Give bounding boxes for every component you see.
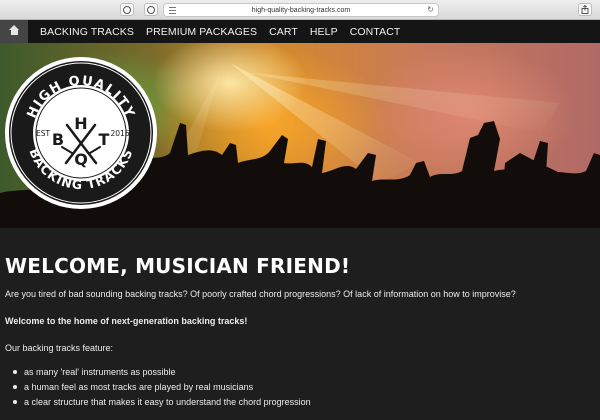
- browser-toolbar: high-quality-backing-tracks.com ↻: [0, 0, 600, 20]
- nav-help[interactable]: HELP: [310, 26, 338, 38]
- reader-menu-icon[interactable]: [169, 7, 176, 16]
- tagline-text: Welcome to the home of next-generation b…: [5, 316, 248, 326]
- features-intro: Our backing tracks feature:: [5, 343, 114, 353]
- home-icon: [8, 25, 20, 35]
- url-text: high-quality-backing-tracks.com: [251, 6, 351, 14]
- share-icon: [581, 5, 589, 14]
- logo-letter-h: H: [74, 114, 87, 133]
- nav-cart[interactable]: CART: [269, 26, 298, 38]
- logo-badge[interactable]: HIGH QUALITY BACKING TRACKS H B T Q EST …: [3, 55, 159, 211]
- logo-est: EST: [36, 129, 50, 138]
- info-button[interactable]: [144, 3, 158, 16]
- site-nav: BACKING TRACKS PREMIUM PACKAGES CART HEL…: [0, 20, 600, 60]
- nav-links: BACKING TRACKS PREMIUM PACKAGES CART HEL…: [40, 20, 412, 43]
- intro-text: Are you tired of bad sounding backing tr…: [5, 289, 516, 299]
- reload-icon[interactable]: ↻: [427, 5, 434, 14]
- address-bar[interactable]: high-quality-backing-tracks.com ↻: [163, 3, 439, 17]
- nav-contact[interactable]: CONTACT: [350, 26, 401, 38]
- list-item: a clear structure that makes it easy to …: [13, 397, 595, 407]
- list-item: as many 'real' instruments as possible: [13, 367, 595, 377]
- features-list: as many 'real' instruments as possible a…: [5, 367, 595, 407]
- share-button[interactable]: [578, 3, 592, 16]
- logo-year: 2016: [110, 129, 129, 138]
- sidebar-button[interactable]: [120, 3, 134, 16]
- list-item: a human feel as most tracks are played b…: [13, 382, 595, 392]
- main-content: WELCOME, MUSICIAN FRIEND! Are you tired …: [0, 228, 600, 420]
- sidebar-icon: [123, 5, 131, 14]
- welcome-heading: WELCOME, MUSICIAN FRIEND!: [5, 254, 351, 278]
- logo-letter-q: Q: [74, 150, 88, 169]
- nav-backing-tracks[interactable]: BACKING TRACKS: [40, 26, 134, 38]
- nav-premium-packages[interactable]: PREMIUM PACKAGES: [146, 26, 257, 38]
- info-icon: [147, 5, 155, 14]
